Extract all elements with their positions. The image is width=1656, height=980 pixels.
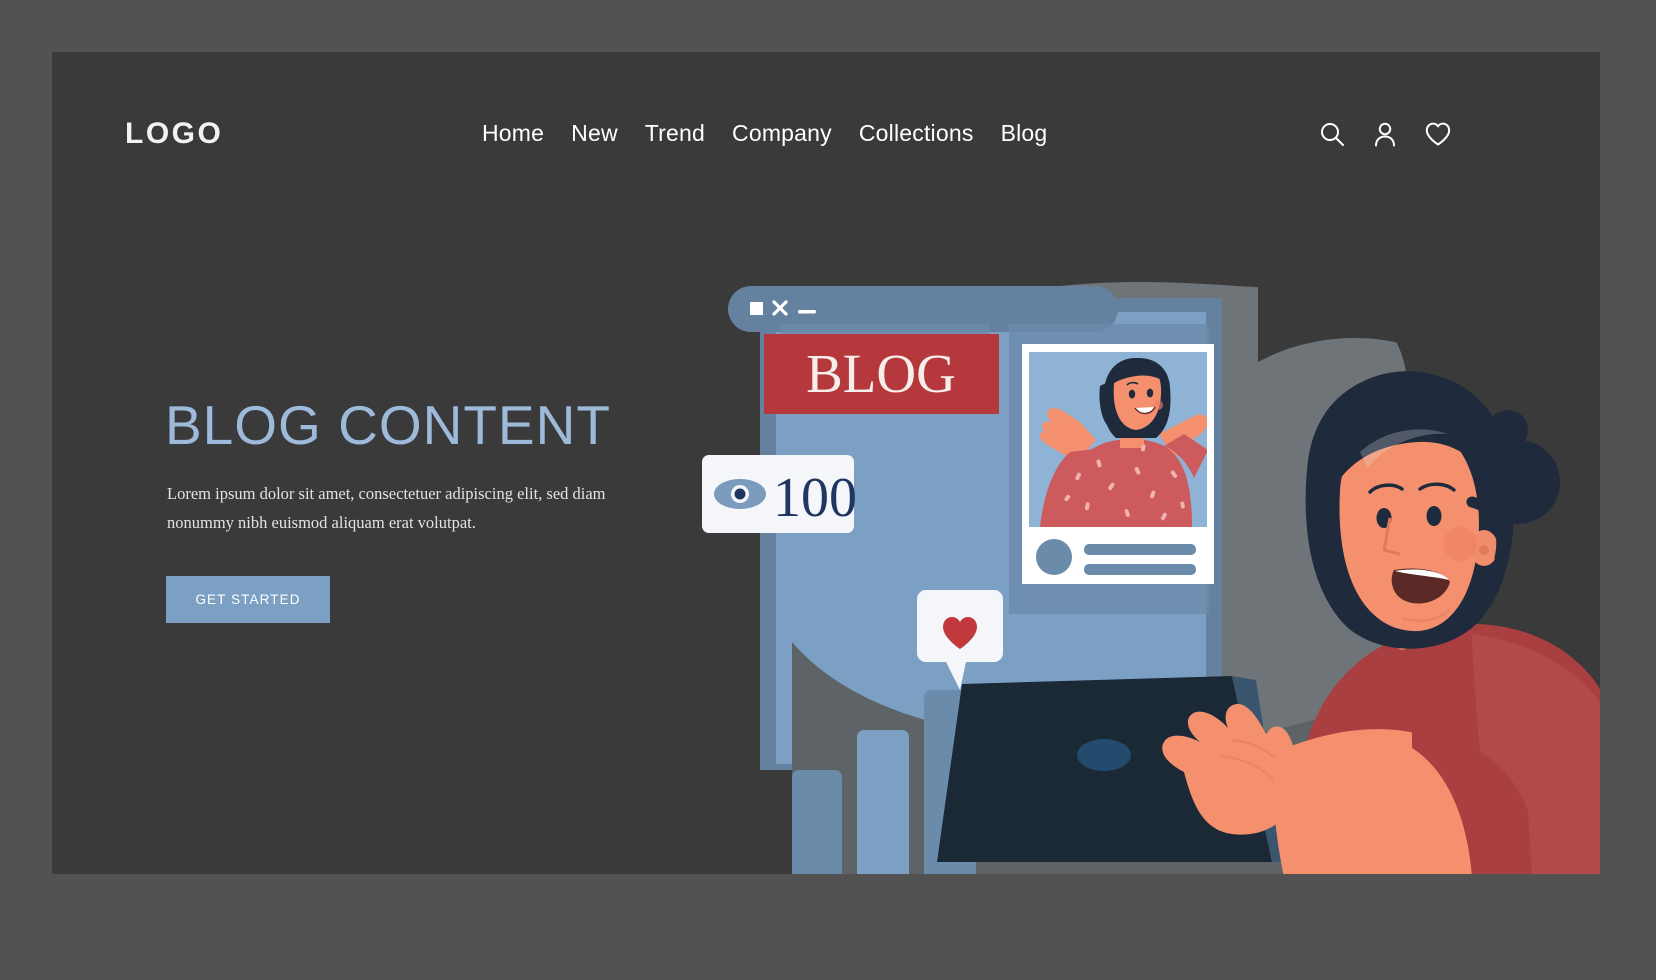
nav-item-collections[interactable]: Collections: [859, 120, 974, 147]
search-icon[interactable]: [1318, 120, 1346, 148]
maximize-icon[interactable]: [750, 302, 763, 315]
page-title: BLOG CONTENT: [165, 394, 611, 456]
heart-icon[interactable]: [1424, 120, 1452, 148]
nav-item-new[interactable]: New: [571, 120, 618, 147]
blog-banner: BLOG: [764, 324, 999, 414]
post-card: [1009, 324, 1214, 614]
nav-item-home[interactable]: Home: [482, 120, 544, 147]
nav-item-company[interactable]: Company: [732, 120, 832, 147]
logo[interactable]: LOGO: [125, 117, 223, 151]
hero-text-column: BLOG CONTENT Lorem ipsum dolor sit amet,…: [165, 394, 665, 623]
minimize-icon[interactable]: [798, 310, 816, 314]
main-nav: Home New Trend Company Collections Blog: [482, 120, 1047, 147]
hero-panel: LOGO Home New Trend Company Collections …: [52, 52, 1600, 874]
user-icon[interactable]: [1371, 120, 1399, 148]
views-count: 100: [773, 467, 857, 529]
views-badge: 100: [702, 455, 857, 533]
nav-item-trend[interactable]: Trend: [645, 120, 705, 147]
hero-description: Lorem ipsum dolor sit amet, consectetuer…: [167, 483, 606, 532]
eye-icon: [714, 479, 766, 509]
post-line-2: [1084, 564, 1196, 575]
nav-item-blog[interactable]: Blog: [1001, 120, 1048, 147]
post-line-1: [1084, 544, 1196, 555]
page-root: LOGO Home New Trend Company Collections …: [0, 0, 1656, 980]
blog-banner-label: BLOG: [806, 343, 956, 404]
get-started-button[interactable]: GET STARTED: [166, 575, 330, 623]
avatar: [1036, 539, 1072, 575]
hero-illustration: BLOG 100: [672, 172, 1600, 874]
laptop-logo: [1077, 739, 1131, 771]
header-icon-group: [1318, 120, 1452, 148]
illustration-svg: BLOG 100: [702, 172, 1600, 874]
